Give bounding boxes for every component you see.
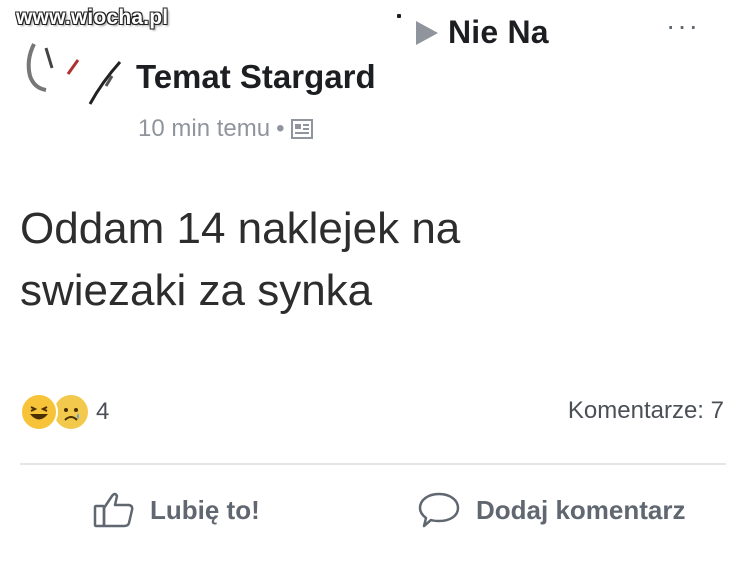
audience-icon[interactable]	[290, 118, 314, 140]
comments-count[interactable]: Komentarze: 7	[568, 397, 724, 425]
more-options-icon[interactable]: ···	[666, 12, 700, 40]
divider	[20, 463, 726, 465]
post-time[interactable]: 10 min temu	[138, 115, 270, 143]
watermark: www.wiocha.pl	[16, 6, 169, 29]
meta-separator: •	[276, 115, 285, 142]
avatar[interactable]	[16, 30, 134, 110]
comment-label: Dodaj komentarz	[476, 494, 686, 525]
thumbs-up-icon	[93, 492, 134, 528]
reaction-count: 4	[96, 398, 110, 425]
post-text-line: swiezaki za synka	[20, 266, 373, 315]
arrow-right-icon	[416, 20, 438, 45]
comment-bubble-icon	[418, 492, 460, 528]
post-text-line: Oddam 14 naklejek na	[20, 204, 461, 253]
group-name: Nie Na	[448, 14, 549, 50]
like-button[interactable]: Lubię to!	[92, 490, 260, 530]
reactions-summary[interactable]: 4	[20, 393, 109, 431]
post-text: Oddam 14 naklejek na swiezaki za synka	[20, 198, 720, 322]
haha-reaction-icon	[20, 393, 58, 431]
author-name[interactable]: Temat Stargard	[136, 58, 376, 96]
like-label: Lubię to!	[150, 494, 260, 525]
header-mark	[397, 14, 401, 18]
comment-button[interactable]: Dodaj komentarz	[416, 490, 686, 530]
post-meta: 10 min temu •	[138, 115, 314, 143]
group-link[interactable]: Nie Na	[412, 14, 549, 51]
